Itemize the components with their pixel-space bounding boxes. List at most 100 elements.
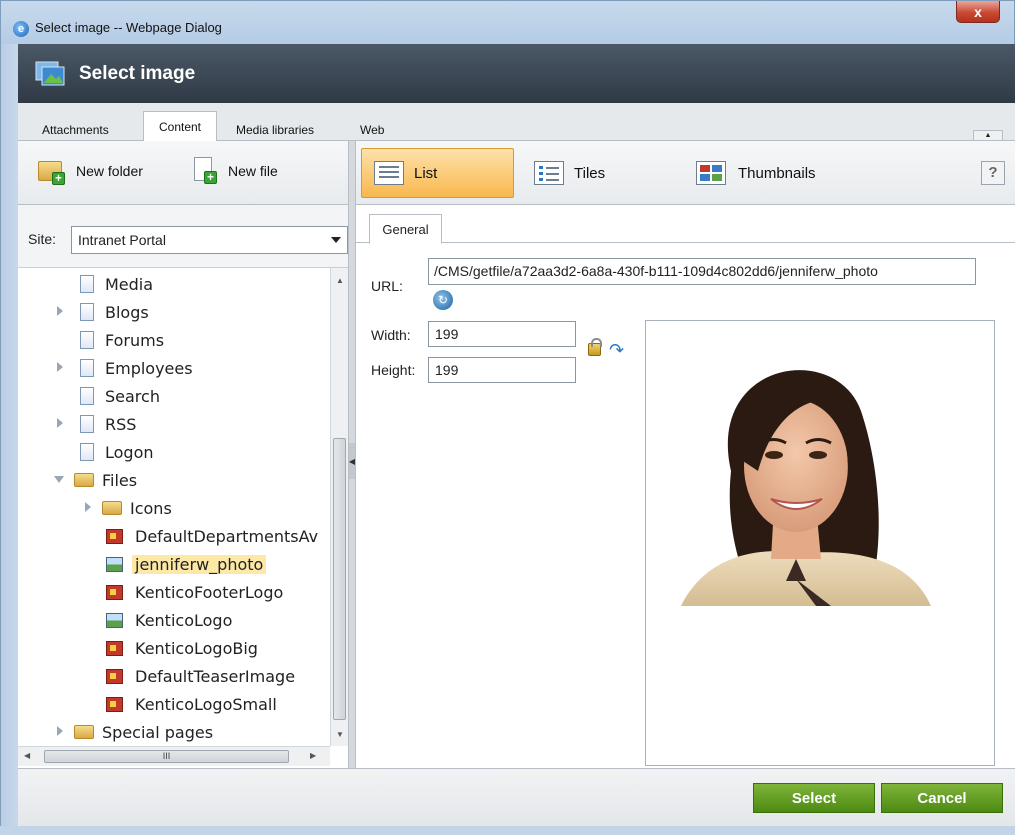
expand-icon[interactable] [57,726,63,736]
tree-horizontal-scroll-thumb[interactable]: III [44,750,289,763]
folder-icon [74,725,94,739]
tab-web[interactable]: Web [356,118,388,142]
tiles-label: Tiles [574,165,606,182]
site-label: Site: [28,231,57,247]
tree-vertical-scrollbar[interactable]: ▲ ▼ [330,268,348,746]
image-file-icon [106,668,123,684]
url-label: URL: [371,278,403,294]
tree-node-label: Logon [105,442,154,462]
page-icon [80,303,94,321]
browser-icon: e [13,21,29,37]
window-titlebar[interactable]: e Select image -- Webpage Dialog x [0,0,1015,44]
height-label: Height: [371,362,416,378]
tree-node-label: Forums [105,330,165,350]
window-title: Select image -- Webpage Dialog [35,20,222,35]
source-tabs: Attachments Content Media libraries Web … [18,103,1015,142]
tiles-icon [534,161,564,185]
tree-node-icons[interactable]: Icons [102,495,172,521]
dialog-header: Select image [18,44,1015,103]
tree-node-default-teaser-image[interactable]: DefaultTeaserImage [106,663,295,689]
tree-node-blogs[interactable]: Blogs [80,299,149,325]
new-folder-icon: + [38,159,66,185]
tree-node-media[interactable]: Media [80,271,153,297]
page-icon [80,275,94,293]
tree-node-kentico-footer-logo[interactable]: KenticoFooterLogo [106,579,283,605]
tree-node-label: Icons [130,498,172,518]
scroll-down-arrow[interactable]: ▼ [336,730,344,739]
site-dropdown[interactable]: Intranet Portal [71,226,348,254]
tree-node-logon[interactable]: Logon [80,439,154,465]
preview-photo [681,370,931,606]
close-button[interactable]: x [956,1,1000,23]
new-file-icon: + [194,157,217,185]
cancel-button[interactable]: Cancel [881,783,1003,813]
tree-vertical-scroll-thumb[interactable] [333,438,346,720]
collapse-icon[interactable] [54,476,64,483]
tree-node-label: KenticoLogoSmall [135,694,277,714]
tab-content[interactable]: Content [143,111,217,142]
new-folder-button[interactable]: + New folder [38,159,143,185]
list-label: List [414,165,438,182]
scroll-left-arrow[interactable]: ◀ [24,751,30,760]
tree-node-label: jenniferw_photo [132,554,267,574]
site-dropdown-value: Intranet Portal [78,232,166,248]
tree-node-forums[interactable]: Forums [80,327,164,353]
list-icon [374,161,404,185]
tree-node-kentico-logo[interactable]: KenticoLogo [106,607,232,633]
new-file-button[interactable]: + New file [194,157,278,185]
reset-size-icon[interactable]: ↷ [609,341,624,359]
site-selector-row: Site: Intranet Portal [18,205,348,268]
thumbnails-view-button[interactable]: Thumbnails [696,161,846,191]
expand-icon[interactable] [85,502,91,512]
height-input[interactable]: 199 [428,357,576,383]
tree-node-jenniferw-photo[interactable]: jenniferw_photo [106,551,267,577]
panel-splitter[interactable]: ◀ [348,141,356,769]
folder-icon [74,473,94,487]
dialog-footer: Select Cancel [18,768,1015,826]
tree-node-label: Search [105,386,160,406]
tree-node-files[interactable]: Files [74,467,137,493]
tiles-view-button[interactable]: Tiles [534,161,664,191]
window-frame-bottom [0,826,1015,835]
refresh-icon[interactable]: ↻ [433,290,453,310]
tree-node-label: Special pages [102,722,214,742]
image-file-icon [106,584,123,600]
tab-media-libraries[interactable]: Media libraries [232,118,318,142]
tree-node-kentico-logo-big[interactable]: KenticoLogoBig [106,635,258,661]
image-file-icon [106,696,123,712]
image-preview [645,320,995,766]
tree-node-label: Files [102,470,138,490]
tree-node-rss[interactable]: RSS [80,411,136,437]
thumbnails-icon [696,161,726,185]
width-input[interactable]: 199 [428,321,576,347]
dialog-title: Select image [79,63,196,84]
scroll-up-arrow[interactable]: ▲ [336,276,344,285]
tab-scroll-up-button[interactable]: ▲ [973,130,1003,141]
tree-node-label: Employees [105,358,193,378]
tree-node-default-departments[interactable]: DefaultDepartmentsAv [106,523,318,549]
scroll-right-arrow[interactable]: ▶ [310,751,316,760]
expand-icon[interactable] [57,418,63,428]
image-file-icon [106,640,123,656]
url-input[interactable]: /CMS/getfile/a72aa3d2-6a8a-430f-b111-109… [428,258,976,285]
list-view-button[interactable]: List [361,148,514,198]
lock-aspect-ratio-icon[interactable] [588,338,602,356]
tab-attachments[interactable]: Attachments [38,118,113,142]
tree-node-kentico-logo-small[interactable]: KenticoLogoSmall [106,691,277,717]
tree-node-search[interactable]: Search [80,383,160,409]
expand-icon[interactable] [57,306,63,316]
tab-general[interactable]: General [369,214,442,244]
content-tree: Media Blogs Forums Employees Search RSS … [18,268,330,746]
folder-icon [102,501,122,515]
new-file-label: New file [228,163,278,179]
tree-node-employees[interactable]: Employees [80,355,193,381]
tree-node-special-pages[interactable]: Special pages [74,719,213,745]
page-icon [80,443,94,461]
width-label: Width: [371,327,411,343]
select-button[interactable]: Select [753,783,875,813]
tree-horizontal-scrollbar[interactable]: ◀ III ▶ [18,746,330,766]
help-button[interactable]: ? [981,161,1005,185]
new-folder-label: New folder [76,163,143,179]
expand-icon[interactable] [57,362,63,372]
collapse-left-panel-button[interactable]: ◀ [349,443,355,479]
